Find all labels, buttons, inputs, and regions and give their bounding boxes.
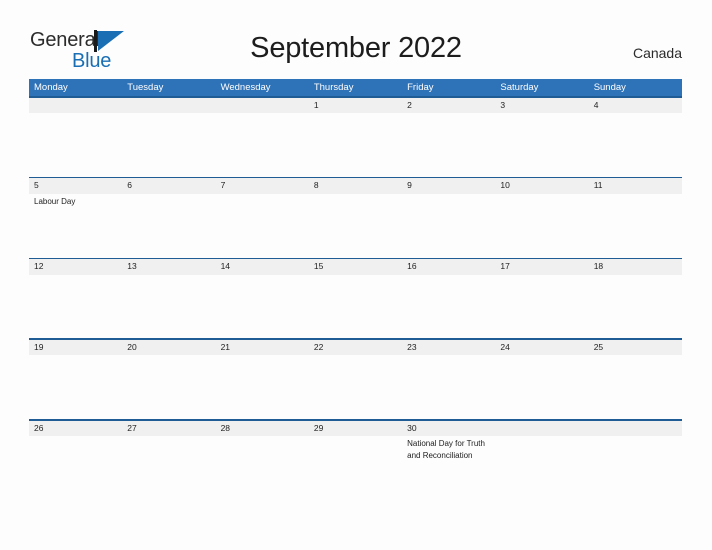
weekday-header-saturday: Saturday <box>500 82 539 93</box>
day-event-text: National Day for Truth and Reconciliatio… <box>407 439 485 460</box>
day-number: 19 <box>34 341 44 352</box>
calendar-week-row: 26 27 28 29 30 National Day for Truth an… <box>29 419 682 500</box>
day-number: 27 <box>127 422 137 433</box>
day-cell[interactable]: 13 <box>122 259 215 338</box>
day-number: 8 <box>313 180 319 191</box>
calendar-week-row: 19 20 21 22 23 24 25 <box>29 338 682 419</box>
day-number: 17 <box>500 261 510 272</box>
day-number: 26 <box>34 422 44 433</box>
day-number <box>221 98 305 114</box>
day-cell[interactable]: 17 <box>495 259 588 338</box>
day-number: 11 <box>593 180 603 191</box>
day-cell[interactable]: 9 <box>402 178 495 257</box>
day-cell[interactable]: 11 <box>589 178 682 257</box>
day-number <box>500 421 584 437</box>
day-number: 20 <box>127 341 137 352</box>
day-number: 5 <box>34 180 39 191</box>
day-cell[interactable]: 27 <box>122 421 215 500</box>
day-number: 13 <box>127 261 137 272</box>
day-number: 10 <box>500 180 510 191</box>
weekday-header-tuesday: Tuesday <box>127 82 164 93</box>
weekday-header-friday: Friday <box>407 82 434 93</box>
day-number: 30 <box>407 422 417 433</box>
day-number: 29 <box>313 422 324 433</box>
day-number: 16 <box>407 261 417 272</box>
day-number: 21 <box>220 341 231 352</box>
day-cell[interactable]: 30 National Day for Truth and Reconcilia… <box>402 421 495 500</box>
day-number: 28 <box>220 422 231 433</box>
day-number: 4 <box>593 99 599 110</box>
day-cell[interactable]: 7 <box>216 178 309 257</box>
day-number <box>127 98 211 114</box>
day-number <box>594 421 678 437</box>
day-cell[interactable]: 15 <box>309 259 402 338</box>
day-cell[interactable]: 20 <box>122 340 215 419</box>
country-label: Canada <box>632 45 682 61</box>
day-cell[interactable]: 2 <box>402 98 495 177</box>
day-cell[interactable]: 22 <box>309 340 402 419</box>
calendar-top-bar: General Blue September 2022 Canada <box>0 0 712 79</box>
weekday-header-monday: Monday <box>34 82 68 93</box>
day-cell[interactable] <box>29 98 122 177</box>
day-cell[interactable]: 16 <box>402 259 495 338</box>
day-cell[interactable]: 29 <box>309 421 402 500</box>
day-cell[interactable]: 28 <box>216 421 309 500</box>
day-number: 1 <box>313 99 319 110</box>
day-cell[interactable]: 21 <box>216 340 309 419</box>
day-cell[interactable]: 26 <box>29 421 122 500</box>
day-number: 18 <box>593 261 604 272</box>
day-cell[interactable] <box>122 98 215 177</box>
day-cell[interactable]: 19 <box>29 340 122 419</box>
day-number: 9 <box>407 180 412 191</box>
day-cell[interactable]: 18 <box>589 259 682 338</box>
day-cell[interactable]: 8 <box>309 178 402 257</box>
day-number: 14 <box>220 261 231 272</box>
day-cell[interactable]: 4 <box>589 98 682 177</box>
day-cell[interactable]: 5 Labour Day <box>29 178 122 257</box>
weekday-header-sunday: Sunday <box>593 82 626 93</box>
day-cell[interactable] <box>216 98 309 177</box>
day-cell[interactable]: 6 <box>122 178 215 257</box>
calendar-week-row: 12 13 14 15 16 17 18 <box>29 257 682 339</box>
day-number: 7 <box>220 180 226 191</box>
weekday-header-thursday: Thursday <box>313 82 354 93</box>
day-number: 15 <box>313 261 324 272</box>
day-number: 6 <box>127 180 133 191</box>
day-number: 25 <box>593 341 604 352</box>
day-cell[interactable]: 14 <box>216 259 309 338</box>
day-cell[interactable]: 3 <box>495 98 588 177</box>
day-cell[interactable]: 25 <box>589 340 682 419</box>
day-number: 12 <box>34 261 44 272</box>
page-title: September 2022 <box>250 32 462 64</box>
day-cell[interactable]: 23 <box>402 340 495 419</box>
day-number: 24 <box>500 341 510 352</box>
day-event-text: Labour Day <box>34 196 76 206</box>
weekday-header-row: Monday Tuesday Wednesday Thursday Friday… <box>29 79 682 96</box>
weekday-header-wednesday: Wednesday <box>220 82 271 93</box>
day-cell[interactable]: 10 <box>495 178 588 257</box>
day-cell[interactable]: 24 <box>495 340 588 419</box>
day-cell[interactable] <box>589 421 682 500</box>
day-cell[interactable]: 12 <box>29 259 122 338</box>
calendar-week-row: 1 2 3 4 <box>29 96 682 177</box>
calendar-week-row: 5 Labour Day 6 7 8 9 10 11 <box>29 176 682 258</box>
day-number <box>34 98 118 114</box>
day-number: 23 <box>407 341 417 352</box>
day-number: 22 <box>313 341 324 352</box>
day-number: 2 <box>407 99 412 110</box>
day-cell[interactable] <box>495 421 588 500</box>
calendar-grid: Monday Tuesday Wednesday Thursday Friday… <box>29 79 682 500</box>
day-cell[interactable]: 1 <box>309 98 402 177</box>
day-number: 3 <box>500 99 506 110</box>
